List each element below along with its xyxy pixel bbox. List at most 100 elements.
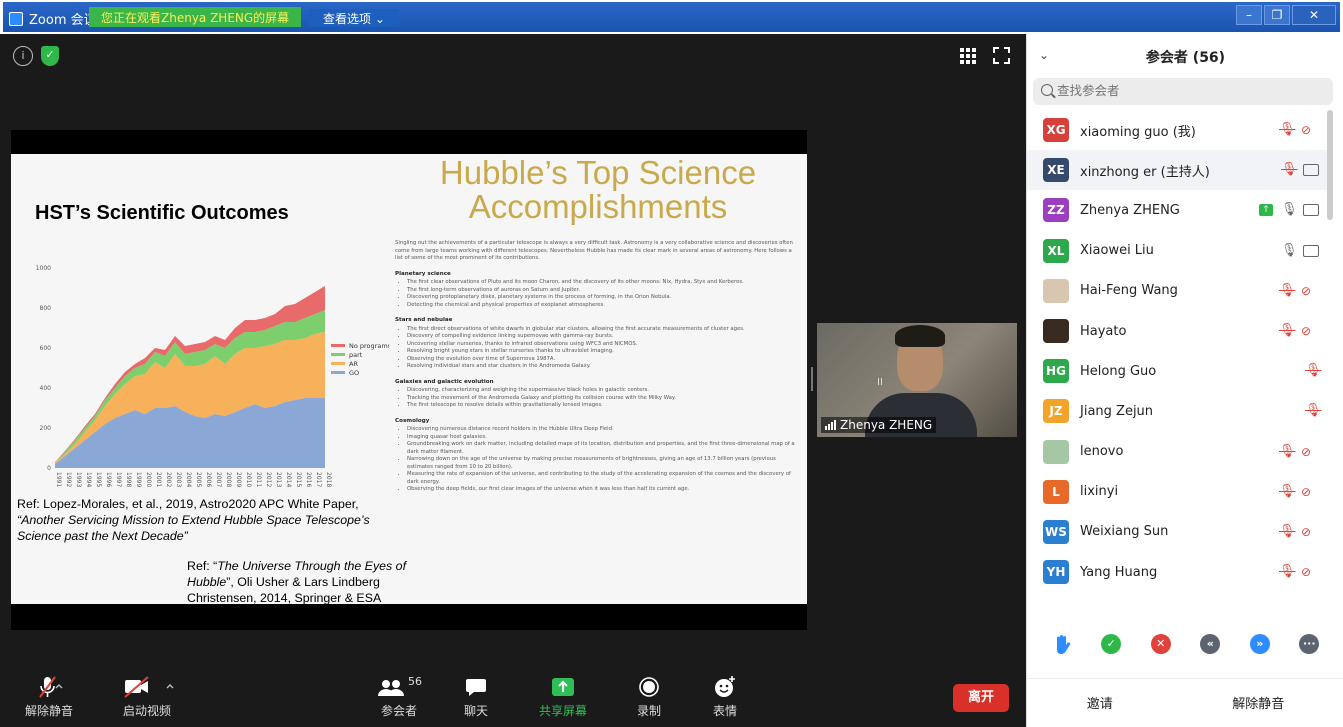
avatar: L	[1043, 479, 1069, 504]
participant-list-scrollbar[interactable]	[1327, 110, 1333, 220]
participant-status-icons: 🎙	[1305, 403, 1322, 419]
participant-status-icons: 🎙 ⊘	[1279, 564, 1319, 580]
mic-muted-icon: 🎙	[1279, 483, 1296, 499]
participant-name: lenovo	[1080, 444, 1124, 460]
go-slower-icon[interactable]: «	[1200, 634, 1221, 654]
close-button[interactable]: ✕	[1292, 5, 1336, 25]
camera-off-icon: ⊘	[1301, 484, 1312, 499]
x-tick-label: 2017	[315, 472, 322, 487]
x-tick-label: 2018	[325, 472, 332, 487]
minimize-button[interactable]: –	[1236, 5, 1262, 25]
gallery-view-icon[interactable]	[960, 48, 976, 64]
app-title-text: Zoom 会议	[29, 13, 97, 28]
participant-name: Jiang Zejun	[1080, 403, 1154, 419]
x-tick-label: 1994	[85, 472, 92, 487]
x-tick-label: 1998	[125, 472, 132, 487]
app-title: Zoom 会议	[9, 9, 97, 28]
raise-hand-icon[interactable]	[1052, 634, 1072, 656]
sharing-icon: ↑	[1259, 204, 1273, 217]
section-item: Discovering protoplanetary disks, planet…	[407, 294, 799, 302]
participant-row[interactable]: YH Yang Huang 🎙 ⊘	[1027, 552, 1327, 592]
legend-swatch	[331, 362, 345, 365]
fullscreen-icon[interactable]	[993, 47, 1010, 64]
participant-row[interactable]: WS Weixiang Sun 🎙 ⊘	[1027, 512, 1327, 552]
participant-status-icons: 🎙	[1281, 243, 1319, 259]
x-tick-label: 1993	[75, 472, 82, 487]
mic-muted-icon: 🎙	[1279, 523, 1296, 539]
chat-button[interactable]: 聊天	[464, 674, 488, 719]
go-faster-icon[interactable]: »	[1249, 634, 1270, 654]
video-tile-name: Zhenya ZHENG	[821, 417, 937, 433]
camera-off-icon: ⊘	[1301, 283, 1312, 298]
participant-row[interactable]: JZ Jiang Zejun 🎙	[1027, 391, 1327, 431]
avatar: WS	[1043, 519, 1069, 544]
participant-row[interactable]: XL Xiaowei Liu 🎙	[1027, 231, 1327, 271]
participant-row[interactable]: ZZ Zhenya ZHENG ↑ 🎙	[1027, 190, 1327, 230]
section-heading: Cosmology	[395, 417, 430, 424]
section-item: Observing the deep fields, our first cle…	[407, 486, 799, 494]
participant-name: lixinyi	[1080, 484, 1119, 500]
leave-button[interactable]: 离开	[953, 684, 1009, 712]
participant-row[interactable]: Hayato 🎙 ⊘	[1027, 311, 1327, 351]
unmute-button[interactable]: 解除静音	[25, 674, 73, 719]
section-item: Detecting the chemical and physical prop…	[407, 302, 799, 310]
more-icon[interactable]: ···	[1299, 634, 1320, 654]
shield-check-icon[interactable]: ✓	[41, 46, 59, 66]
participants-panel: ⌄ 参会者 (56) XGxiaoming guo (我)🎙⊘XExinzhon…	[1026, 34, 1343, 727]
participants-label: 参会者	[380, 704, 417, 718]
participant-row[interactable]: XG xiaoming guo (我) 🎙 ⊘	[1027, 110, 1327, 150]
participants-button[interactable]: 56 参会者	[375, 674, 423, 719]
camera-off-icon: ⊘	[1301, 565, 1312, 580]
reactions-button[interactable]: 表情	[713, 674, 737, 719]
emoji-add-icon	[715, 676, 735, 697]
camera-icon	[1303, 164, 1319, 177]
no-x-icon[interactable]: ✕	[1150, 634, 1171, 654]
participant-row[interactable]: Hai-Feng Wang 🎙 ⊘	[1027, 271, 1327, 311]
avatar: XE	[1043, 158, 1069, 183]
participant-name: Zhenya ZHENG	[1080, 202, 1180, 218]
view-options-button[interactable]: 查看选项 ⌄	[309, 9, 399, 27]
record-label: 录制	[637, 704, 662, 718]
start-video-button[interactable]: 启动视频	[117, 674, 177, 719]
legend-swatch	[331, 371, 345, 374]
x-tick-label: 2009	[235, 472, 242, 487]
unmute-all-button[interactable]: 解除静音	[1214, 689, 1303, 716]
unmute-label: 解除静音	[25, 704, 74, 718]
mic-muted-icon: 🎙	[1305, 403, 1322, 419]
participant-status-icons: 🎙 ⊘	[1279, 283, 1319, 299]
x-tick-label: 2008	[225, 472, 232, 487]
legend-label: AR	[349, 360, 358, 368]
window-controls: – ❐ ✕	[1236, 5, 1336, 25]
section-list: Discovering numerous distance record hol…	[395, 426, 799, 494]
participant-row[interactable]: HG Helong Guo 🎙	[1027, 351, 1327, 391]
camera-icon	[1303, 244, 1319, 257]
participant-row[interactable]: Llixinyi 🎙 ⊘	[1027, 472, 1327, 512]
participant-search-input[interactable]	[1057, 82, 1317, 100]
section-item: Narrowing down on the age of the univers…	[407, 456, 799, 471]
invite-button[interactable]: 邀请	[1068, 689, 1131, 716]
mic-muted-icon: 🎙	[1281, 162, 1298, 178]
share-screen-button[interactable]: 共享屏幕	[539, 674, 587, 719]
participant-search	[1033, 78, 1333, 105]
participant-name: xinzhong er (主持人)	[1080, 164, 1210, 180]
x-tick-label: 2015	[295, 472, 302, 487]
participant-row[interactable]: XE xinzhong er (主持人) 🎙	[1027, 150, 1327, 191]
y-tick-label: 0	[47, 465, 51, 472]
participant-row[interactable]: lenovo 🎙 ⊘	[1027, 432, 1327, 472]
hub-title-line1: Hubble’s Top Science	[439, 154, 757, 191]
record-button[interactable]: 录制	[637, 674, 661, 719]
info-icon[interactable]: i	[13, 46, 33, 66]
maximize-button[interactable]: ❐	[1264, 5, 1290, 25]
section-item: Observing the evolution over time of Sup…	[407, 356, 799, 364]
x-tick-label: 2007	[215, 472, 222, 487]
legend-label: GO	[349, 369, 359, 377]
corner-icons: i ✓	[13, 46, 59, 66]
tile-drag-handle[interactable]	[811, 367, 813, 391]
avatar: ZZ	[1043, 198, 1069, 223]
y-tick-label: 600	[40, 345, 52, 352]
yes-check-icon[interactable]: ✓	[1101, 634, 1122, 654]
presentation-slide: HST’s Scientific Outcomes 0 200 400 600 800 1…	[11, 154, 807, 604]
camera-icon	[1303, 204, 1319, 217]
video-tile[interactable]: Zhenya ZHENG	[817, 323, 1017, 437]
mic-muted-icon: 🎙	[1279, 564, 1296, 580]
